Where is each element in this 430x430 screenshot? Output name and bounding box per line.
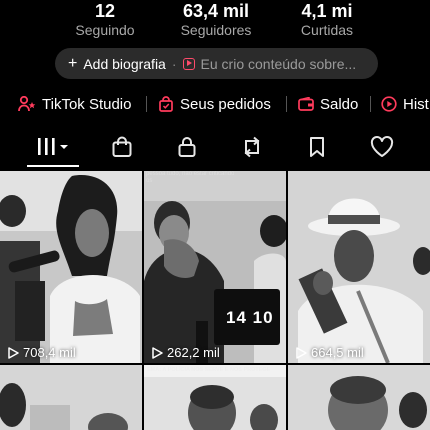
- play-icon: [296, 346, 307, 359]
- video-thumbnail-image: [288, 171, 430, 363]
- tiktok-studio-label: TikTok Studio: [42, 95, 132, 113]
- shopping-bag-icon: [158, 96, 174, 112]
- video-thumbnail[interactable]: [0, 365, 142, 430]
- grid-icon: [36, 137, 70, 162]
- play-circle-icon: [381, 96, 397, 112]
- link-divider: [370, 96, 371, 112]
- video-caption-overlay: EMA: A POLÍCIA NOS SERVE E NOS PROTEGE: [147, 367, 271, 373]
- lock-icon: [177, 136, 197, 163]
- stat-following[interactable]: 12 Seguindo: [60, 0, 150, 39]
- view-count-text: 664,5 mil: [311, 345, 364, 360]
- stat-likes[interactable]: 4,1 mi Curtidas: [282, 0, 372, 39]
- video-thumbnail-image: [0, 171, 142, 363]
- view-count: 708,4 mil: [7, 345, 76, 360]
- plus-icon: +: [68, 54, 78, 72]
- studio-person-star-icon: [18, 96, 36, 112]
- tab-liked[interactable]: [366, 132, 398, 166]
- wallet-icon: [298, 97, 314, 111]
- link-divider: [286, 96, 287, 112]
- add-bio-label: Add biografia: [83, 55, 166, 72]
- add-bio-button[interactable]: + Add biografia · Eu crio conteúdo sobre…: [55, 48, 378, 79]
- stat-followers[interactable]: 63,4 mil Seguidores: [168, 0, 264, 39]
- video-thumbnail-image: [0, 365, 142, 430]
- view-count-text: 708,4 mil: [23, 345, 76, 360]
- video-thumbnail-image: [144, 171, 286, 363]
- video-caption-overlay: pessoa tudo, não estar criticando os: [146, 171, 235, 184]
- your-orders-link[interactable]: Seus pedidos: [158, 93, 271, 115]
- active-tab-indicator: [27, 165, 79, 167]
- history-label: Hist: [403, 95, 429, 113]
- following-count: 12: [94, 1, 116, 21]
- tab-shop[interactable]: [106, 132, 138, 166]
- video-thumbnail[interactable]: [288, 365, 430, 430]
- video-grid: 708,4 mil pessoa tudo, não estar critica…: [0, 171, 430, 430]
- likes-count: 4,1 mi: [301, 1, 353, 21]
- balance-link[interactable]: Saldo: [298, 93, 358, 115]
- video-thumbnail[interactable]: EMA: A POLÍCIA NOS SERVE E NOS PROTEGE: [144, 365, 286, 430]
- laptop-sticker-text: 14 10: [226, 308, 274, 327]
- video-thumbnail-image: [288, 365, 430, 430]
- tab-private[interactable]: [171, 132, 203, 166]
- video-thumbnail[interactable]: 708,4 mil: [0, 171, 142, 363]
- play-icon: [8, 346, 19, 359]
- following-label: Seguindo: [75, 22, 135, 38]
- video-square-icon: [182, 57, 195, 70]
- bio-hint: Eu crio conteúdo sobre...: [200, 55, 357, 72]
- likes-label: Curtidas: [300, 22, 354, 38]
- shopping-bag-icon: [111, 136, 133, 163]
- bookmark-icon: [308, 136, 326, 163]
- followers-count: 63,4 mil: [182, 1, 250, 21]
- tiktok-studio-link[interactable]: TikTok Studio: [18, 93, 131, 115]
- history-link[interactable]: Hist: [381, 93, 429, 115]
- tab-videos[interactable]: [30, 132, 76, 166]
- heart-icon: [370, 135, 394, 163]
- tab-reposts[interactable]: [236, 132, 268, 166]
- video-thumbnail[interactable]: 664,5 mil: [288, 171, 430, 363]
- followers-label: Seguidores: [180, 22, 252, 38]
- repost-icon: [240, 136, 264, 163]
- view-count: 664,5 mil: [295, 345, 364, 360]
- view-count: 262,2 mil: [151, 345, 220, 360]
- profile-stats: 12 Seguindo 63,4 mil Seguidores 4,1 mi C…: [0, 0, 430, 44]
- your-orders-label: Seus pedidos: [180, 95, 271, 113]
- balance-label: Saldo: [320, 95, 359, 113]
- separator-dot: ·: [171, 55, 177, 72]
- video-thumbnail[interactable]: pessoa tudo, não estar criticando os 14 …: [144, 171, 286, 363]
- play-icon: [152, 346, 163, 359]
- link-divider: [146, 96, 147, 112]
- video-thumbnail-image: [144, 365, 286, 430]
- tab-favorites[interactable]: [301, 132, 333, 166]
- view-count-text: 262,2 mil: [167, 345, 220, 360]
- quick-links: TikTok Studio Seus pedidos Saldo Hist: [0, 93, 430, 117]
